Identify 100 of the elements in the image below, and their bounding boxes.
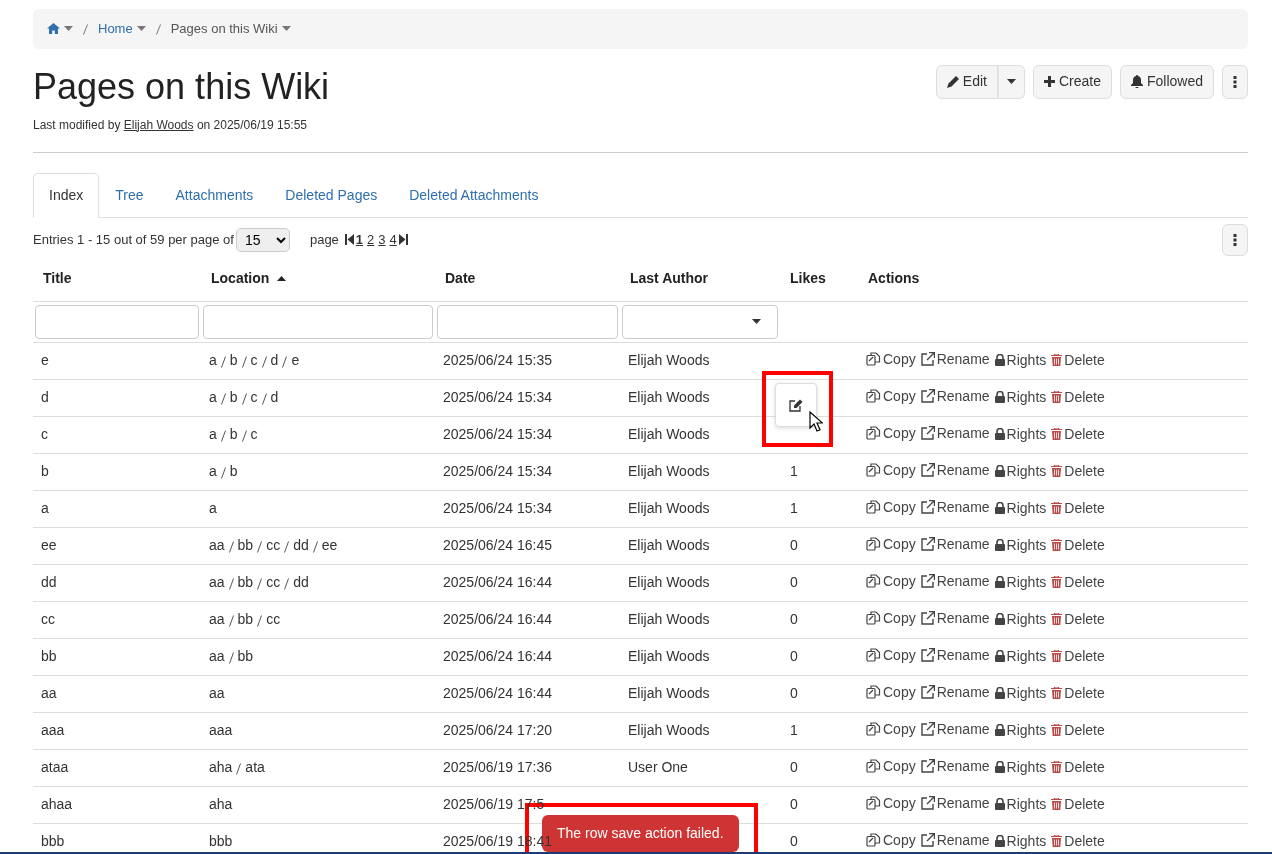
delete-link[interactable]: Delete	[1051, 534, 1105, 556]
path-segment-link[interactable]: b	[229, 351, 238, 368]
path-segment-link[interactable]: aha	[209, 758, 233, 775]
rights-link[interactable]: Rights	[994, 460, 1047, 482]
author-link[interactable]: Elijah Woods	[628, 574, 710, 591]
page-title-link[interactable]: e	[41, 352, 49, 369]
delete-link[interactable]: Delete	[1051, 423, 1105, 445]
path-segment-link[interactable]: a	[209, 500, 217, 517]
copy-link[interactable]: Copy	[866, 681, 916, 703]
path-segment-link[interactable]: aa	[209, 610, 225, 627]
rights-link[interactable]: Rights	[994, 497, 1047, 519]
path-segment-link[interactable]: b	[229, 388, 238, 405]
delete-link[interactable]: Delete	[1051, 793, 1105, 815]
path-segment-link[interactable]: a	[209, 425, 217, 442]
rename-link[interactable]: Rename	[920, 422, 990, 444]
table-menu-button[interactable]	[1222, 223, 1248, 256]
rights-link[interactable]: Rights	[994, 386, 1047, 408]
page-title-link[interactable]: bb	[41, 648, 57, 665]
path-segment-link[interactable]: b	[229, 462, 238, 479]
path-segment-link[interactable]: b	[229, 425, 238, 442]
page-title-link[interactable]: ee	[41, 537, 57, 554]
path-segment-link[interactable]: cc	[266, 573, 281, 590]
path-segment-link[interactable]: c	[250, 388, 258, 405]
author-link[interactable]: User One	[628, 759, 688, 776]
author-link[interactable]: Elijah Woods	[628, 389, 710, 406]
copy-link[interactable]: Copy	[866, 348, 916, 370]
author-link[interactable]: Elijah Woods	[628, 426, 710, 443]
author-link[interactable]: Elijah Woods	[628, 352, 710, 369]
delete-link[interactable]: Delete	[1051, 349, 1105, 371]
path-segment-link[interactable]: c	[250, 425, 258, 442]
author-link[interactable]: Elijah Woods	[628, 500, 710, 517]
path-segment-link[interactable]: bb	[237, 573, 254, 590]
page-title-link[interactable]: c	[41, 426, 48, 443]
rename-link[interactable]: Rename	[920, 570, 990, 592]
copy-link[interactable]: Copy	[866, 385, 916, 407]
filter-field[interactable]	[203, 304, 433, 339]
path-segment-link[interactable]: ata	[245, 758, 265, 775]
path-segment-link[interactable]: aa	[209, 647, 225, 664]
rights-link[interactable]: Rights	[994, 719, 1047, 741]
rights-link[interactable]: Rights	[994, 349, 1047, 371]
path-segment-link[interactable]: aa	[209, 685, 225, 702]
path-segment-link[interactable]: a	[209, 388, 217, 405]
delete-link[interactable]: Delete	[1051, 460, 1105, 482]
path-segment-link[interactable]: bb	[237, 536, 254, 553]
path-segment-link[interactable]: cc	[266, 610, 281, 627]
path-segment-link[interactable]: aa	[209, 573, 225, 590]
rights-link[interactable]: Rights	[994, 756, 1047, 778]
column-header[interactable]: Location	[211, 267, 287, 289]
author-link[interactable]: Elijah Woods	[628, 722, 710, 739]
path-segment-link[interactable]: bb	[237, 647, 254, 664]
page-link[interactable]: 3	[378, 229, 386, 250]
path-segment-link[interactable]: a	[209, 351, 217, 368]
page-link[interactable]: 1	[355, 229, 364, 250]
rename-link[interactable]: Rename	[920, 718, 990, 740]
column-header[interactable]: Last Author	[630, 267, 709, 289]
copy-link[interactable]: Copy	[866, 570, 916, 592]
page-title-link[interactable]: a	[41, 500, 49, 517]
home-breadcrumb[interactable]	[47, 23, 73, 35]
path-segment-link[interactable]: aha	[209, 796, 233, 813]
rename-link[interactable]: Rename	[920, 681, 990, 703]
page-title-link[interactable]: aaa	[41, 722, 65, 739]
tab[interactable]: Attachments	[159, 172, 270, 218]
column-header[interactable]: Date	[445, 267, 476, 289]
copy-link[interactable]: Copy	[866, 459, 916, 481]
caret-icon[interactable]	[64, 26, 73, 32]
copy-link[interactable]: Copy	[866, 829, 916, 851]
caret-icon[interactable]	[136, 26, 146, 32]
create-button[interactable]: Create	[1032, 64, 1112, 99]
tab[interactable]: Index	[33, 172, 100, 218]
rename-link[interactable]: Rename	[920, 755, 990, 777]
last-page-icon[interactable]	[398, 234, 408, 246]
delete-link[interactable]: Delete	[1051, 719, 1105, 741]
copy-link[interactable]: Copy	[866, 607, 916, 629]
path-segment-link[interactable]: d	[270, 351, 279, 368]
author-link[interactable]: Elijah Woods	[628, 463, 710, 480]
copy-link[interactable]: Copy	[866, 718, 916, 740]
path-segment-link[interactable]: bbb	[209, 833, 233, 850]
author-link[interactable]: Elijah Woods	[628, 611, 710, 628]
path-segment-link[interactable]: aaa	[209, 722, 233, 739]
rename-link[interactable]: Rename	[920, 829, 990, 851]
delete-link[interactable]: Delete	[1051, 386, 1105, 408]
path-segment-link[interactable]: aa	[209, 536, 225, 553]
path-segment-link[interactable]: dd	[293, 536, 309, 553]
path-segment-link[interactable]: cc	[266, 536, 281, 553]
delete-link[interactable]: Delete	[1051, 497, 1105, 519]
rights-link[interactable]: Rights	[994, 608, 1047, 630]
copy-link[interactable]: Copy	[866, 422, 916, 444]
more-menu-button[interactable]	[1222, 64, 1248, 99]
page-title-link[interactable]: ahaa	[41, 796, 73, 813]
rights-link[interactable]: Rights	[994, 423, 1047, 445]
caret-icon[interactable]	[281, 26, 291, 32]
path-segment-link[interactable]: dd	[293, 573, 309, 590]
tab[interactable]: Tree	[99, 172, 160, 218]
rename-link[interactable]: Rename	[920, 496, 990, 518]
rights-link[interactable]: Rights	[994, 534, 1047, 556]
edit-button[interactable]: Edit	[935, 64, 998, 99]
delete-link[interactable]: Delete	[1051, 571, 1105, 593]
tab[interactable]: Deleted Attachments	[393, 172, 555, 218]
author-link[interactable]: Elijah Woods	[628, 537, 710, 554]
rename-link[interactable]: Rename	[920, 607, 990, 629]
